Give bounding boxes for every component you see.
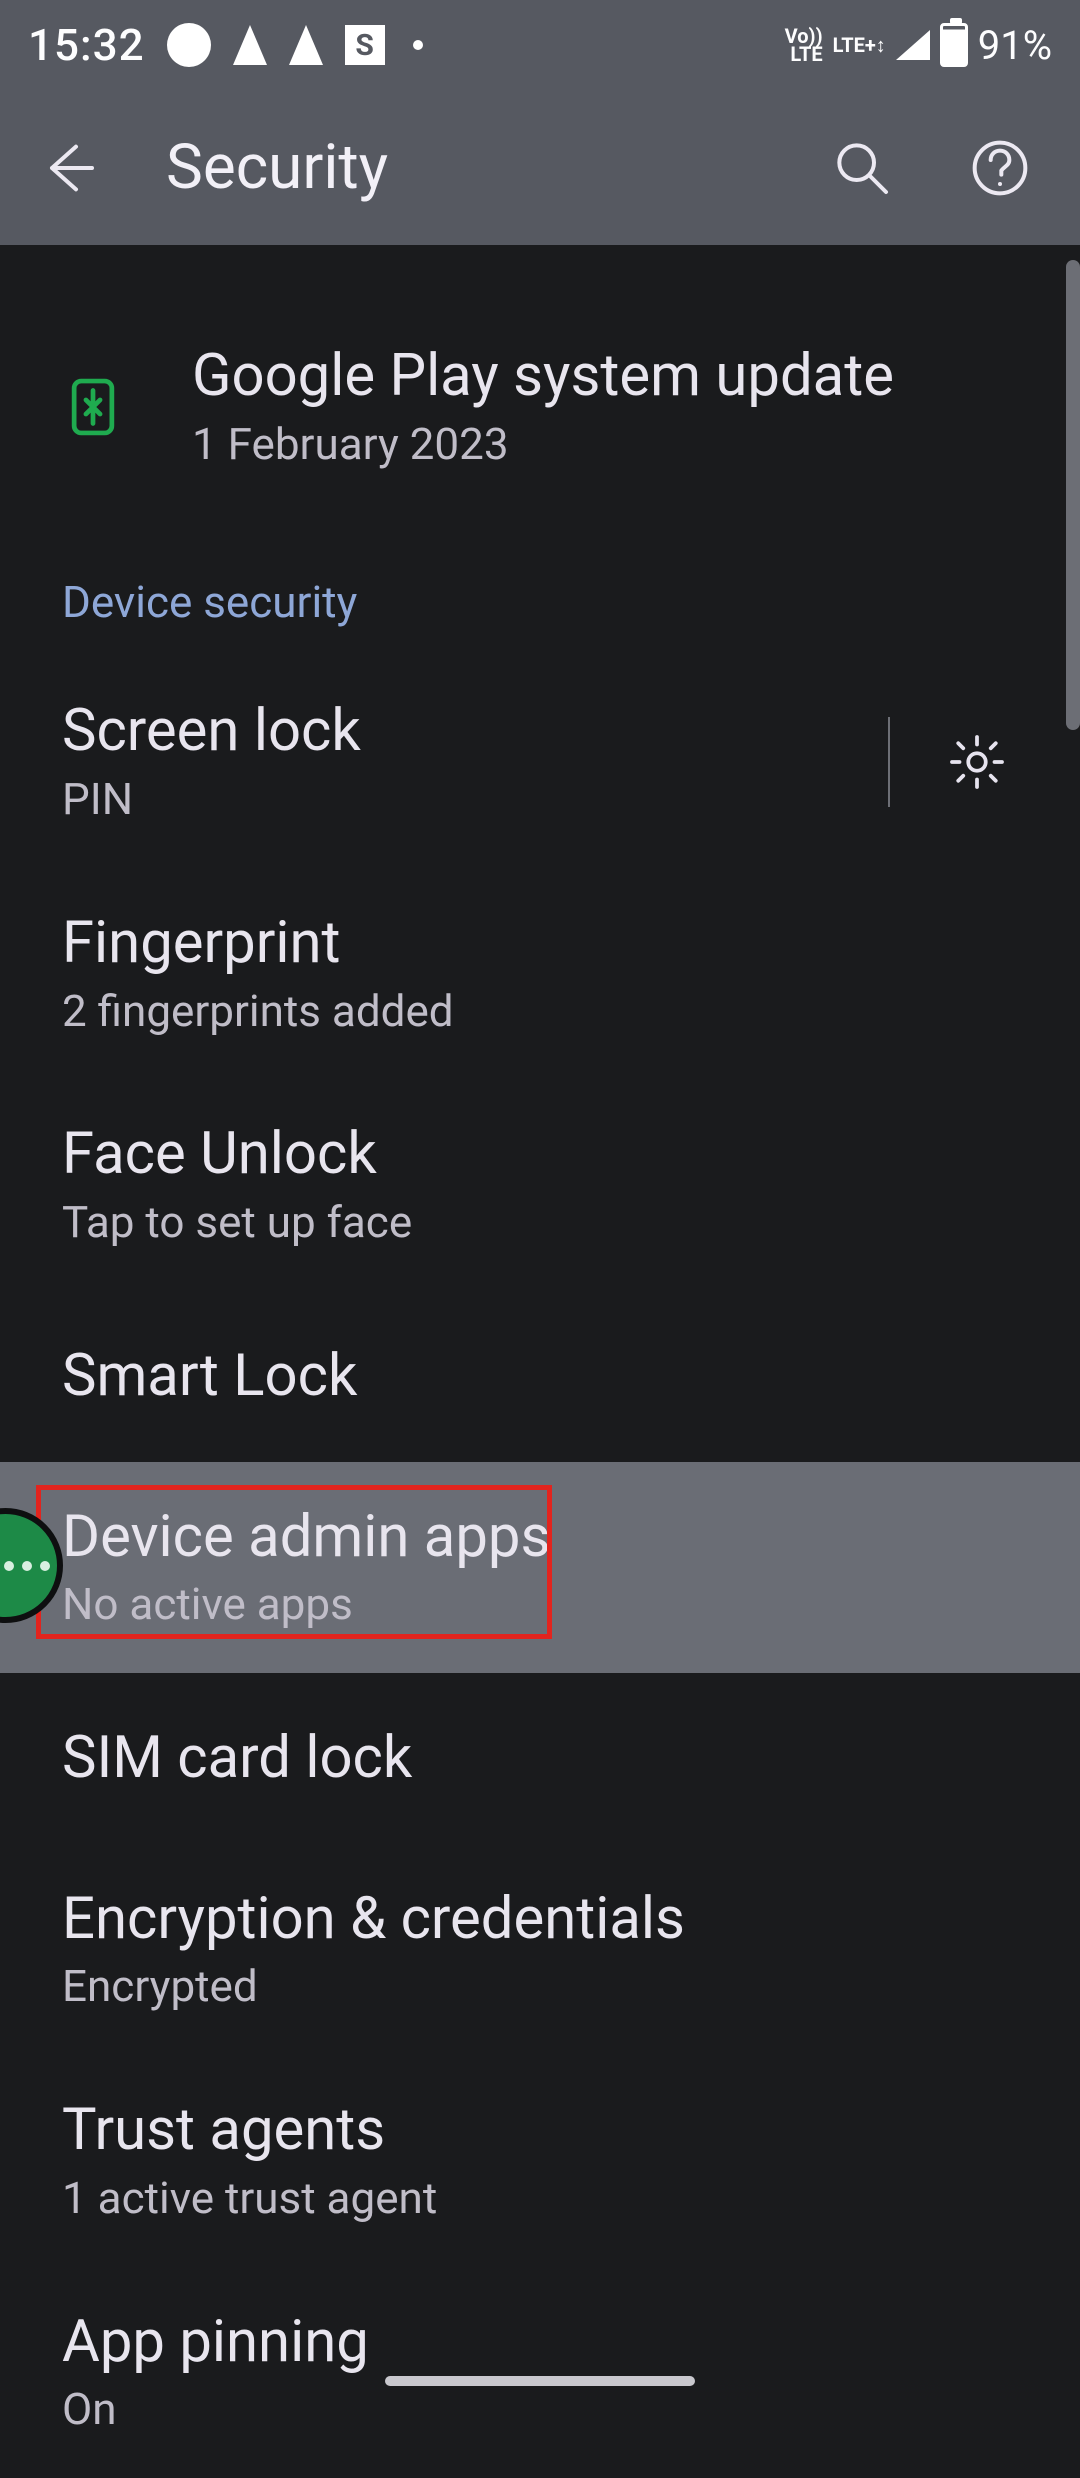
more-dots-icon bbox=[4, 1561, 50, 1571]
row-screen-lock[interactable]: Screen lock PIN bbox=[0, 656, 1080, 867]
scrollbar[interactable] bbox=[1066, 260, 1080, 730]
row-title: Google Play system update bbox=[192, 343, 1020, 410]
row-subtitle: PIN bbox=[62, 773, 868, 826]
volte-icon: Vo)) LTE bbox=[785, 27, 823, 63]
row-subtitle: 1 active trust agent bbox=[62, 2172, 1020, 2225]
row-title: Trust agents bbox=[62, 2097, 1020, 2164]
signal-icon bbox=[896, 30, 930, 60]
notif-more-icon bbox=[413, 40, 423, 50]
row-device-admin-apps[interactable]: Device admin apps No active apps bbox=[0, 1462, 1080, 1673]
row-app-pinning[interactable]: App pinning On bbox=[0, 2267, 1080, 2478]
gear-icon bbox=[947, 732, 1007, 792]
back-button[interactable] bbox=[28, 128, 108, 208]
battery-percent: 91% bbox=[978, 22, 1052, 69]
row-subtitle: Encrypted bbox=[62, 1960, 1020, 2013]
row-subtitle: No active apps bbox=[62, 1578, 1020, 1631]
row-subtitle: On bbox=[62, 2383, 1020, 2436]
row-title: Fingerprint bbox=[62, 910, 1020, 977]
notif-circle-icon bbox=[167, 23, 211, 67]
divider bbox=[888, 717, 890, 807]
row-fingerprint[interactable]: Fingerprint 2 fingerprints added bbox=[0, 868, 1080, 1079]
battery-icon bbox=[940, 23, 968, 67]
search-button[interactable] bbox=[822, 128, 902, 208]
screen-lock-settings-button[interactable] bbox=[934, 732, 1020, 792]
row-subtitle: Tap to set up face bbox=[62, 1196, 1020, 1249]
row-title: Device admin apps bbox=[62, 1504, 1020, 1571]
help-icon bbox=[968, 136, 1032, 200]
row-play-system-update[interactable]: Google Play system update 1 February 202… bbox=[0, 283, 1080, 530]
search-icon bbox=[830, 136, 894, 200]
system-update-icon bbox=[58, 374, 128, 440]
status-left: 15:32 S bbox=[28, 19, 423, 71]
page-title: Security bbox=[166, 131, 764, 204]
notif-send1-icon bbox=[233, 25, 267, 65]
lte-icon: LTE+↕ bbox=[833, 36, 886, 54]
section-header-device-security: Device security bbox=[0, 530, 1080, 656]
notif-send2-icon bbox=[289, 25, 323, 65]
row-sim-card-lock[interactable]: SIM card lock bbox=[0, 1673, 1080, 1844]
app-bar: Security bbox=[0, 90, 1080, 245]
row-face-unlock[interactable]: Face Unlock Tap to set up face bbox=[0, 1079, 1080, 1290]
row-smart-lock[interactable]: Smart Lock bbox=[0, 1291, 1080, 1462]
row-title: App pinning bbox=[62, 2309, 1020, 2376]
gesture-nav-handle[interactable] bbox=[385, 2376, 695, 2386]
status-bar: 15:32 S Vo)) LTE LTE+↕ 91% bbox=[0, 0, 1080, 90]
content: Google Play system update 1 February 202… bbox=[0, 245, 1080, 2478]
row-title: SIM card lock bbox=[62, 1725, 1020, 1792]
row-title: Smart Lock bbox=[62, 1343, 1020, 1410]
row-encryption-credentials[interactable]: Encryption & credentials Encrypted bbox=[0, 1844, 1080, 2055]
status-right: Vo)) LTE LTE+↕ 91% bbox=[785, 22, 1052, 69]
notif-app-icon: S bbox=[345, 25, 385, 65]
row-title: Encryption & credentials bbox=[62, 1886, 1020, 1953]
row-trust-agents[interactable]: Trust agents 1 active trust agent bbox=[0, 2055, 1080, 2266]
back-arrow-icon bbox=[36, 136, 100, 200]
row-subtitle: 1 February 2023 bbox=[192, 418, 1020, 471]
status-clock: 15:32 bbox=[28, 19, 145, 71]
row-subtitle: 2 fingerprints added bbox=[62, 985, 1020, 1038]
help-button[interactable] bbox=[960, 128, 1040, 208]
notif-app-letter: S bbox=[355, 28, 373, 63]
row-title: Screen lock bbox=[62, 698, 868, 765]
row-title: Face Unlock bbox=[62, 1121, 1020, 1188]
